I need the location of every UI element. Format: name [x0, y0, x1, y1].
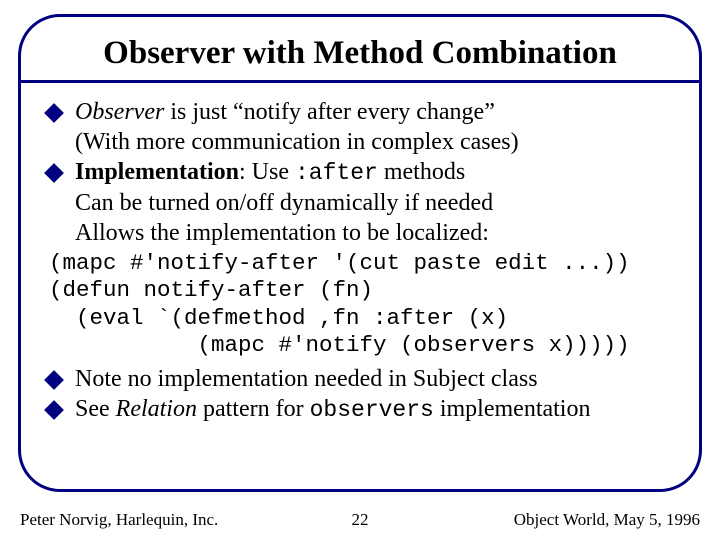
- bullet-2-label: Implementation: [75, 159, 239, 185]
- slide-frame: Observer with Method Combination Observe…: [18, 14, 702, 492]
- code-block: (mapc #'notify-after '(cut paste edit ..…: [49, 250, 673, 360]
- footer-page-number: 22: [20, 510, 700, 530]
- diamond-icon: [44, 103, 64, 123]
- bullet-2-end: methods: [378, 159, 465, 185]
- title-rule: [21, 80, 699, 83]
- slide-title: Observer with Method Combination: [47, 35, 673, 72]
- bullet-2: Implementation: Use :after methods: [47, 157, 673, 188]
- bullet-3: Note no implementation needed in Subject…: [47, 364, 673, 394]
- bullet-2-code: :after: [295, 160, 378, 186]
- bullet-4-mid: pattern for: [197, 396, 310, 422]
- diamond-icon: [44, 163, 64, 183]
- diamond-icon: [44, 400, 64, 420]
- bullet-1-rest: is just “notify after every change”: [164, 99, 495, 125]
- bullet-4: See Relation pattern for observers imple…: [47, 394, 673, 425]
- bullet-4-emph: Relation: [116, 396, 197, 422]
- bullet-4-pre: See: [75, 396, 116, 422]
- footer: Peter Norvig, Harlequin, Inc. 22 Object …: [20, 510, 700, 530]
- bullet-1-cont: (With more communication in complex case…: [47, 127, 673, 157]
- bullet-1-text: Observer is just “notify after every cha…: [75, 97, 495, 127]
- bullet-1-emph: Observer: [75, 99, 164, 125]
- bullet-2-mid: : Use: [239, 159, 295, 185]
- diamond-icon: [44, 370, 64, 390]
- bullet-3-text: Note no implementation needed in Subject…: [75, 364, 538, 394]
- bullet-2-cont2: Allows the implementation to be localize…: [47, 218, 673, 248]
- bullet-2-text: Implementation: Use :after methods: [75, 157, 465, 188]
- bullet-4-text: See Relation pattern for observers imple…: [75, 394, 590, 425]
- bullet-1: Observer is just “notify after every cha…: [47, 97, 673, 127]
- bullet-2-cont1: Can be turned on/off dynamically if need…: [47, 188, 673, 218]
- bullet-4-end: implementation: [434, 396, 591, 422]
- bullet-4-code: observers: [310, 397, 434, 423]
